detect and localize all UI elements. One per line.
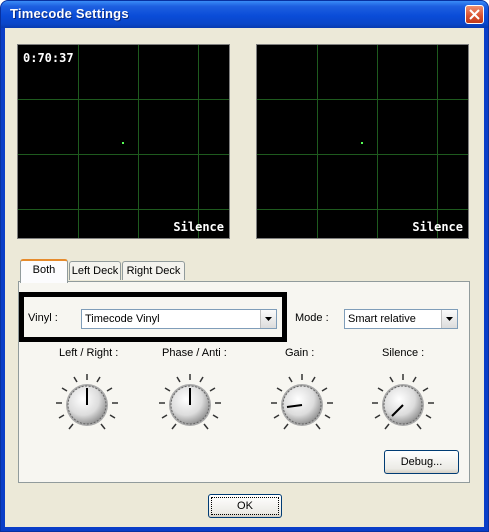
debug-button[interactable]: Debug... bbox=[384, 450, 459, 474]
mode-dropdown-button[interactable] bbox=[441, 310, 457, 328]
tab-left-deck-label: Left Deck bbox=[71, 265, 119, 277]
close-icon bbox=[469, 9, 480, 20]
title-bar[interactable]: Timecode Settings bbox=[1, 1, 488, 28]
mode-label: Mode : bbox=[295, 312, 329, 324]
tab-right-deck-label: Right Deck bbox=[126, 265, 181, 277]
tab-left-deck[interactable]: Left Deck bbox=[69, 261, 121, 280]
phase-anti-knob[interactable] bbox=[157, 372, 223, 438]
gain-knob[interactable] bbox=[269, 372, 335, 438]
left-scope-status: Silence bbox=[173, 220, 224, 234]
left-right-label: Left / Right : bbox=[59, 347, 119, 359]
mode-select[interactable]: Smart relative bbox=[344, 309, 458, 329]
left-scope-display: 0:70:37 Silence bbox=[17, 44, 230, 239]
gain-label: Gain : bbox=[285, 347, 315, 359]
left-right-knob[interactable] bbox=[54, 372, 120, 438]
scope-grid bbox=[18, 45, 229, 238]
window-title: Timecode Settings bbox=[10, 6, 129, 21]
debug-button-label: Debug... bbox=[400, 456, 443, 468]
ok-button[interactable]: OK bbox=[208, 494, 282, 518]
chevron-down-icon bbox=[446, 317, 453, 321]
dialog-client-area: 0:70:37 Silence Silence Both Left Deck R… bbox=[5, 28, 484, 527]
vinyl-label: Vinyl : bbox=[28, 312, 58, 324]
vinyl-select-value: Timecode Vinyl bbox=[85, 313, 160, 325]
vinyl-dropdown-button[interactable] bbox=[260, 310, 276, 328]
right-scope-display: Silence bbox=[256, 44, 469, 239]
silence-label: Silence : bbox=[382, 347, 425, 359]
ok-button-label: OK bbox=[237, 500, 253, 512]
scope-grid bbox=[257, 45, 468, 238]
silence-knob[interactable] bbox=[370, 372, 436, 438]
close-button[interactable] bbox=[465, 5, 484, 24]
tab-both-label: Both bbox=[32, 264, 56, 276]
mode-select-value: Smart relative bbox=[348, 313, 416, 325]
vinyl-select[interactable]: Timecode Vinyl bbox=[81, 309, 277, 329]
tab-both[interactable]: Both bbox=[20, 259, 68, 283]
chevron-down-icon bbox=[265, 317, 272, 321]
right-scope-status: Silence bbox=[412, 220, 463, 234]
phase-anti-label: Phase / Anti : bbox=[162, 347, 227, 359]
timecode-readout: 0:70:37 bbox=[23, 51, 74, 65]
tab-right-deck[interactable]: Right Deck bbox=[122, 261, 185, 280]
timecode-settings-window: Timecode Settings 0:70:37 Silence Silenc… bbox=[0, 0, 489, 532]
